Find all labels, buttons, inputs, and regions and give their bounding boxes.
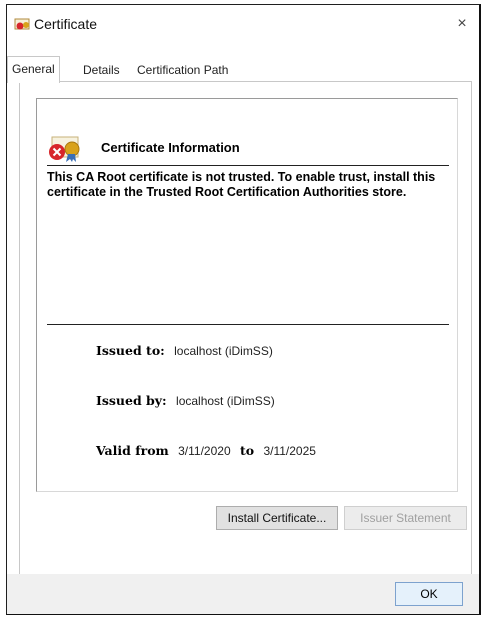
certificate-icon (14, 18, 30, 30)
certificate-error-icon (49, 136, 80, 162)
tab-certification-path[interactable]: Certification Path (137, 60, 228, 80)
valid-to-value: 3/11/2025 (263, 444, 316, 458)
validity-row: Valid from 3/11/2020 to 3/11/2025 (96, 443, 322, 458)
divider (47, 324, 449, 325)
dialog-footer: OK (7, 574, 479, 614)
valid-from-label: Valid from (96, 443, 169, 458)
close-button[interactable]: × (451, 13, 473, 35)
general-tab-panel: Certificate Information This CA Root cer… (19, 81, 472, 577)
issued-to-label: Issued to: (96, 343, 165, 358)
window-title: Certificate (34, 16, 98, 32)
valid-from-value: 3/11/2020 (178, 444, 231, 458)
certificate-info-box: Certificate Information This CA Root cer… (36, 98, 458, 492)
title-bar: Certificate × (7, 5, 479, 43)
issued-by-label: Issued by: (96, 393, 167, 408)
tab-strip: General Details Certification Path (7, 56, 479, 83)
certificate-dialog: Certificate × General Details Certificat… (6, 4, 481, 615)
tab-general[interactable]: General (7, 56, 60, 83)
tab-details[interactable]: Details (83, 60, 120, 80)
issuer-statement-button: Issuer Statement (344, 506, 467, 530)
issued-to-value: localhost (iDimSS) (174, 344, 273, 358)
info-heading: Certificate Information (101, 140, 240, 155)
issued-by-row: Issued by: localhost (iDimSS) (96, 393, 275, 408)
valid-to-label: to (239, 443, 255, 458)
issued-by-value: localhost (iDimSS) (176, 394, 275, 408)
ok-button[interactable]: OK (395, 582, 463, 606)
divider (47, 165, 449, 166)
install-certificate-button[interactable]: Install Certificate... (216, 506, 338, 530)
trust-warning-message: This CA Root certificate is not trusted.… (47, 170, 436, 199)
issued-to-row: Issued to: localhost (iDimSS) (96, 343, 273, 358)
